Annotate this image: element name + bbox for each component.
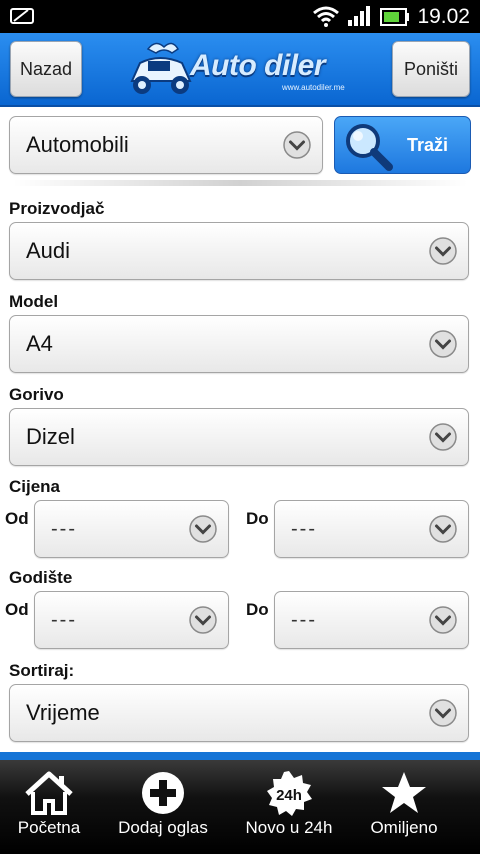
year-from-select[interactable]: --- <box>34 591 229 649</box>
chevron-down-icon <box>283 131 311 159</box>
sort-value: Vrijeme <box>26 700 100 725</box>
sort-label: Sortiraj: <box>9 661 75 680</box>
divider <box>12 180 468 186</box>
accent-bar <box>0 752 480 760</box>
svg-text:24h: 24h <box>276 787 302 804</box>
sort-select[interactable]: Vrijeme <box>9 684 469 742</box>
wifi-icon <box>312 5 340 32</box>
make-select[interactable]: Audi <box>9 222 469 280</box>
search-label: Traži <box>407 134 449 155</box>
logo-wordmark: Auto diler <box>190 49 326 82</box>
badge-24h-icon: 24h <box>267 771 312 816</box>
year-from-label: Od <box>5 600 29 619</box>
car-bull-logo-icon <box>130 42 192 94</box>
nav-add-label: Dodaj oglas <box>118 818 208 837</box>
notification-icon <box>10 6 36 31</box>
nav-home-label: Početna <box>17 818 81 837</box>
nav-new-24h-label: Novo u 24h <box>245 818 333 837</box>
back-button[interactable]: Nazad <box>10 41 82 97</box>
chevron-down-icon <box>189 515 217 543</box>
chevron-down-icon <box>189 606 217 634</box>
app-header: Nazad Auto diler www.autodiler.me Poništ… <box>0 33 480 107</box>
app-logo: Auto diler www.autodiler.me <box>126 37 354 99</box>
price-to-value: --- <box>291 517 317 540</box>
year-to-select[interactable]: --- <box>274 591 469 649</box>
nav-favorites[interactable]: Omiljeno <box>356 760 452 854</box>
category-select[interactable]: Automobili <box>9 116 323 174</box>
status-bar: 19.02 <box>0 0 480 33</box>
nav-home[interactable]: Početna <box>0 760 98 854</box>
fuel-value: Dizel <box>26 424 75 449</box>
make-label: Proizvodjač <box>9 199 105 218</box>
plus-circle-icon <box>142 772 184 814</box>
price-from-select[interactable]: --- <box>34 500 229 558</box>
price-from-label: Od <box>5 509 29 528</box>
battery-icon <box>380 8 410 31</box>
price-label: Cijena <box>9 477 61 496</box>
price-from-value: --- <box>51 517 77 540</box>
year-to-label: Do <box>246 600 269 619</box>
category-value: Automobili <box>26 132 129 157</box>
model-select[interactable]: A4 <box>9 315 469 373</box>
chevron-down-icon <box>429 699 457 727</box>
model-value: A4 <box>26 331 53 356</box>
reset-button[interactable]: Poništi <box>392 41 470 97</box>
year-from-value: --- <box>51 608 77 631</box>
price-to-label: Do <box>246 509 269 528</box>
year-label: Godište <box>9 568 73 587</box>
search-button[interactable]: Traži <box>334 116 471 174</box>
chevron-down-icon <box>429 515 457 543</box>
chevron-down-icon <box>429 423 457 451</box>
nav-new-24h[interactable]: 24h Novo u 24h <box>234 760 344 854</box>
make-value: Audi <box>26 238 71 263</box>
chevron-down-icon <box>429 237 457 265</box>
bottom-nav: Početna Dodaj oglas 24h Novo u 24h Omilj… <box>0 760 480 854</box>
logo-url: www.autodiler.me <box>282 83 345 92</box>
fuel-label: Gorivo <box>9 385 64 404</box>
model-label: Model <box>9 292 59 311</box>
star-icon <box>382 772 426 813</box>
price-to-select[interactable]: --- <box>274 500 469 558</box>
nav-favorites-label: Omiljeno <box>370 818 438 837</box>
magnifier-icon <box>346 124 393 171</box>
fuel-select[interactable]: Dizel <box>9 408 469 466</box>
year-to-value: --- <box>291 608 317 631</box>
chevron-down-icon <box>429 330 457 358</box>
home-icon <box>25 771 73 815</box>
clock: 19.02 <box>417 5 470 28</box>
chevron-down-icon <box>429 606 457 634</box>
signal-icon <box>347 6 373 31</box>
nav-add[interactable]: Dodaj oglas <box>106 760 220 854</box>
